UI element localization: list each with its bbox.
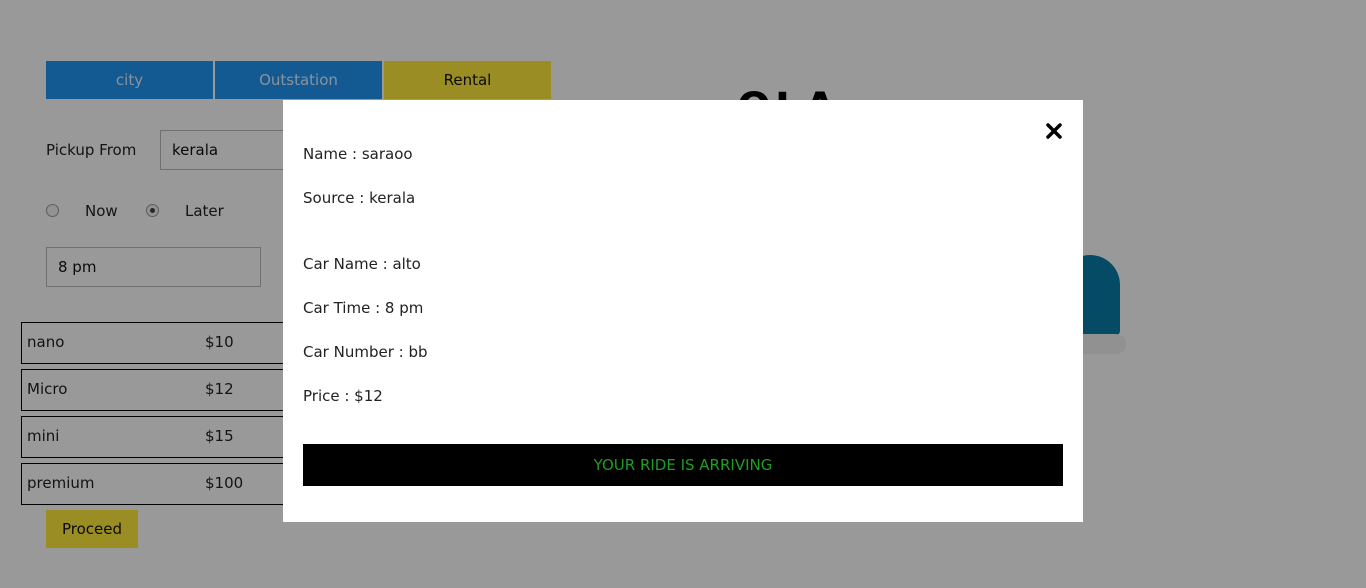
ride-status-banner: YOUR RIDE IS ARRIVING [303,444,1063,486]
price-detail: Price : $12 [303,387,383,405]
close-icon[interactable] [1045,120,1063,142]
car-name-detail: Car Name : alto [303,255,421,273]
car-number-detail: Car Number : bb [303,343,428,361]
ride-details-modal: Name : saraoo Source : kerala Car Name :… [283,100,1083,522]
rider-name: Name : saraoo [303,145,413,163]
ride-source: Source : kerala [303,189,416,207]
car-time-detail: Car Time : 8 pm [303,299,424,317]
